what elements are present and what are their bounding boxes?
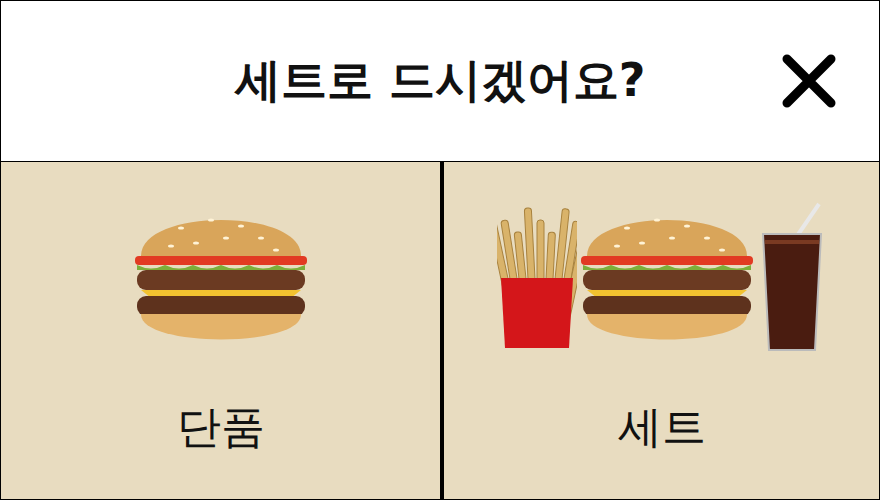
drink-icon [757, 198, 827, 358]
close-icon [779, 51, 839, 111]
option-card[interactable]: 단품 [1, 162, 440, 499]
option-picture [131, 188, 311, 358]
option-list: 단품 세트 [1, 162, 879, 499]
option-label: 단품 [177, 398, 265, 457]
option-label: 세트 [618, 398, 706, 457]
burger-icon [577, 198, 757, 358]
fries-icon [497, 198, 577, 358]
close-button[interactable] [775, 47, 843, 115]
set-choice-dialog: 세트로 드시겠어요? 단품 세트 [0, 0, 880, 500]
dialog-title: 세트로 드시겠어요? [235, 50, 646, 112]
option-card[interactable]: 세트 [440, 162, 879, 499]
burger-icon [131, 198, 311, 358]
option-picture [497, 188, 827, 358]
dialog-header: 세트로 드시겠어요? [1, 1, 879, 162]
